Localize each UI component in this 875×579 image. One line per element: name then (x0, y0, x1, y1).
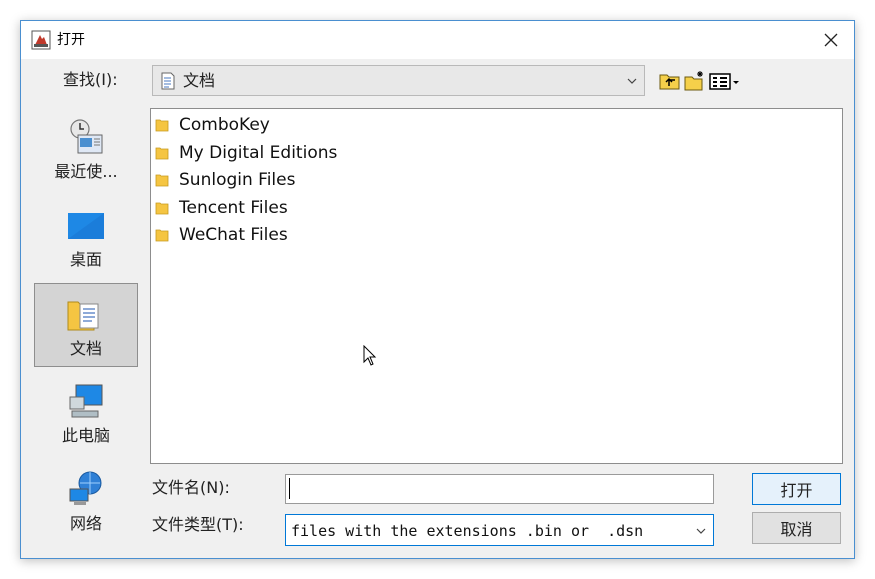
place-label: 网络 (69, 514, 102, 533)
cancel-button[interactable]: 取消 (752, 512, 841, 544)
file-list[interactable]: ComboKey My Digital Editions Sunlogin Fi… (150, 108, 843, 464)
window-title: 打开 (57, 32, 85, 48)
look-in-combo[interactable]: 文档 (152, 65, 645, 96)
file-type-combo[interactable]: files with the extensions .bin or .dsn (285, 514, 714, 546)
java-app-icon (31, 30, 51, 50)
open-button[interactable]: 打开 (752, 473, 841, 505)
file-name-input[interactable] (285, 474, 714, 504)
documents-icon (67, 301, 99, 331)
close-button[interactable] (808, 21, 854, 59)
place-network[interactable]: 网络 (34, 459, 138, 543)
folder-icon (155, 119, 169, 132)
chevron-down-icon (696, 528, 706, 534)
file-name-label: 文件名(N): (152, 478, 230, 497)
file-list-item[interactable]: WeChat Files (155, 222, 288, 248)
places-bar: 最近使... 桌面 文档 此电脑 网络 (34, 107, 140, 547)
computer-icon (69, 384, 103, 418)
document-icon (161, 72, 175, 90)
look-in-value: 文档 (183, 71, 216, 90)
place-this-pc[interactable]: 此电脑 (34, 371, 138, 455)
create-new-folder-button[interactable] (684, 70, 706, 92)
file-list-item[interactable]: My Digital Editions (155, 140, 337, 166)
text-caret (289, 478, 290, 499)
folder-icon (155, 147, 169, 160)
mouse-pointer-icon (363, 345, 377, 366)
view-menu-button[interactable] (709, 70, 741, 92)
desktop-icon (68, 213, 104, 239)
file-list-item[interactable]: Sunlogin Files (155, 167, 295, 193)
file-name: Tencent Files (179, 198, 288, 218)
place-desktop[interactable]: 桌面 (34, 195, 138, 279)
place-label: 桌面 (69, 250, 102, 269)
open-file-dialog: 打开 查找(I): 文档 最近使... 桌面 文档 此电脑 网络 ComboKe… (20, 20, 855, 559)
place-label: 文档 (69, 339, 102, 358)
file-name: WeChat Files (179, 225, 288, 245)
network-icon (69, 471, 102, 505)
up-one-level-button[interactable] (659, 70, 681, 92)
title-bar[interactable]: 打开 (21, 21, 854, 59)
place-documents[interactable]: 文档 (34, 283, 138, 367)
folder-icon (155, 202, 169, 215)
place-label: 最近使... (54, 162, 118, 181)
file-list-item[interactable]: ComboKey (155, 112, 270, 138)
file-list-item[interactable]: Tencent Files (155, 195, 288, 221)
folder-icon (155, 174, 169, 187)
file-name: My Digital Editions (179, 143, 338, 163)
file-type-value: files with the extensions .bin or .dsn (291, 522, 644, 540)
close-icon (824, 33, 838, 47)
file-name: ComboKey (179, 115, 270, 135)
file-name: Sunlogin Files (179, 170, 296, 190)
place-label: 此电脑 (61, 426, 110, 445)
file-type-label: 文件类型(T): (152, 515, 244, 534)
new-folder-icon (684, 71, 703, 91)
recent-icon (70, 119, 103, 154)
place-recent[interactable]: 最近使... (34, 107, 138, 191)
view-menu-icon (709, 73, 739, 90)
look-in-label: 查找(I): (63, 70, 118, 89)
up-folder-icon (659, 74, 680, 90)
folder-icon (155, 229, 169, 242)
chevron-down-icon (627, 78, 637, 84)
